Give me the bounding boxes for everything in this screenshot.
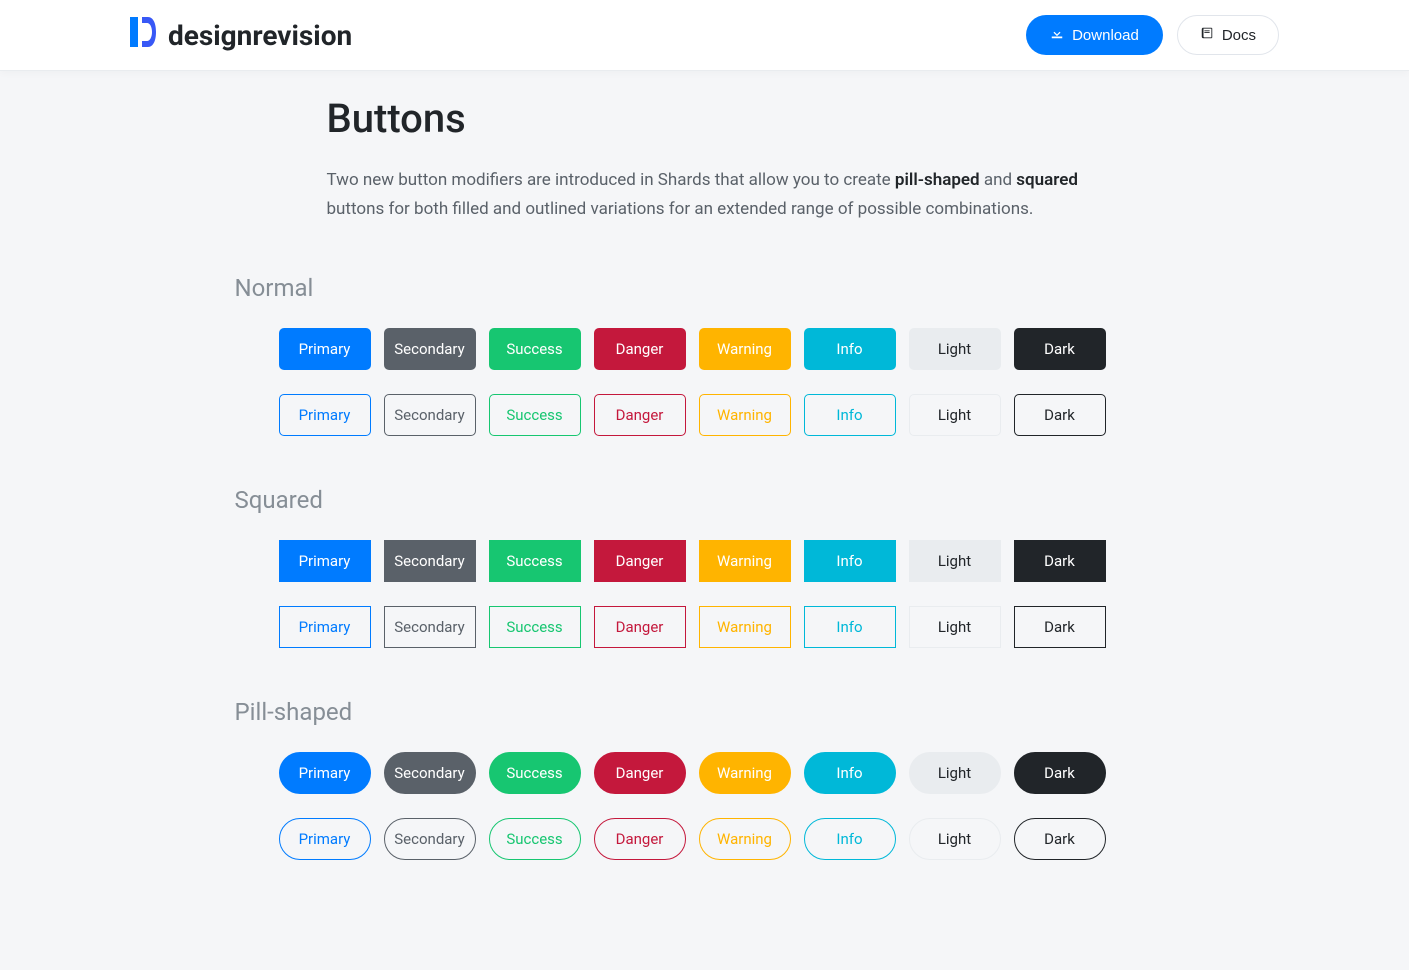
- btn-normal-outline-dark[interactable]: Dark: [1014, 394, 1106, 436]
- section-pill: Pill-shaped Primary Secondary Success Da…: [279, 698, 1085, 860]
- desc-mid: and: [980, 170, 1017, 190]
- squared-outline-row: Primary Secondary Success Danger Warning…: [279, 606, 1085, 648]
- brand[interactable]: designrevision: [130, 17, 352, 54]
- normal-fill-row: Primary Secondary Success Danger Warning…: [279, 328, 1085, 370]
- btn-pill-warning[interactable]: Warning: [699, 752, 791, 794]
- download-button[interactable]: Download: [1026, 15, 1163, 55]
- btn-pill-outline-success[interactable]: Success: [489, 818, 581, 860]
- btn-squared-outline-success[interactable]: Success: [489, 606, 581, 648]
- btn-squared-primary[interactable]: Primary: [279, 540, 371, 582]
- section-title-normal: Normal: [235, 274, 1085, 302]
- download-label: Download: [1072, 27, 1139, 44]
- section-squared: Squared Primary Secondary Success Danger…: [279, 486, 1085, 648]
- section-normal: Normal Primary Secondary Success Danger …: [279, 274, 1085, 436]
- main-content: Buttons Two new button modifiers are int…: [325, 71, 1085, 970]
- btn-pill-outline-info[interactable]: Info: [804, 818, 896, 860]
- section-title-squared: Squared: [235, 486, 1085, 514]
- pill-fill-row: Primary Secondary Success Danger Warning…: [279, 752, 1085, 794]
- btn-squared-outline-light[interactable]: Light: [909, 606, 1001, 648]
- btn-squared-success[interactable]: Success: [489, 540, 581, 582]
- download-icon: [1050, 26, 1064, 44]
- btn-pill-outline-primary[interactable]: Primary: [279, 818, 371, 860]
- btn-pill-primary[interactable]: Primary: [279, 752, 371, 794]
- btn-squared-warning[interactable]: Warning: [699, 540, 791, 582]
- btn-pill-light[interactable]: Light: [909, 752, 1001, 794]
- btn-normal-info[interactable]: Info: [804, 328, 896, 370]
- btn-normal-outline-light[interactable]: Light: [909, 394, 1001, 436]
- normal-outline-row: Primary Secondary Success Danger Warning…: [279, 394, 1085, 436]
- btn-pill-outline-secondary[interactable]: Secondary: [384, 818, 476, 860]
- desc-bold1: pill-shaped: [895, 170, 980, 190]
- page-description: Two new button modifiers are introduced …: [327, 166, 1085, 224]
- btn-pill-outline-danger[interactable]: Danger: [594, 818, 686, 860]
- docs-label: Docs: [1222, 27, 1256, 44]
- btn-squared-dark[interactable]: Dark: [1014, 540, 1106, 582]
- btn-squared-outline-danger[interactable]: Danger: [594, 606, 686, 648]
- btn-normal-success[interactable]: Success: [489, 328, 581, 370]
- btn-normal-outline-info[interactable]: Info: [804, 394, 896, 436]
- btn-normal-outline-danger[interactable]: Danger: [594, 394, 686, 436]
- desc-bold2: squared: [1016, 170, 1078, 190]
- btn-squared-outline-secondary[interactable]: Secondary: [384, 606, 476, 648]
- btn-normal-outline-secondary[interactable]: Secondary: [384, 394, 476, 436]
- btn-normal-secondary[interactable]: Secondary: [384, 328, 476, 370]
- btn-squared-outline-dark[interactable]: Dark: [1014, 606, 1106, 648]
- btn-pill-outline-warning[interactable]: Warning: [699, 818, 791, 860]
- btn-squared-outline-primary[interactable]: Primary: [279, 606, 371, 648]
- docs-button[interactable]: Docs: [1177, 15, 1279, 55]
- btn-pill-dark[interactable]: Dark: [1014, 752, 1106, 794]
- btn-normal-dark[interactable]: Dark: [1014, 328, 1106, 370]
- btn-pill-danger[interactable]: Danger: [594, 752, 686, 794]
- btn-squared-outline-warning[interactable]: Warning: [699, 606, 791, 648]
- btn-squared-secondary[interactable]: Secondary: [384, 540, 476, 582]
- book-icon: [1200, 26, 1214, 44]
- nav-actions: Download Docs: [1026, 15, 1279, 55]
- desc-suffix: buttons for both filled and outlined var…: [327, 199, 1034, 219]
- btn-pill-outline-light[interactable]: Light: [909, 818, 1001, 860]
- btn-squared-outline-info[interactable]: Info: [804, 606, 896, 648]
- btn-normal-primary[interactable]: Primary: [279, 328, 371, 370]
- page-title: Buttons: [327, 95, 1085, 142]
- desc-prefix: Two new button modifiers are introduced …: [327, 170, 895, 190]
- btn-squared-info[interactable]: Info: [804, 540, 896, 582]
- btn-pill-success[interactable]: Success: [489, 752, 581, 794]
- btn-squared-light[interactable]: Light: [909, 540, 1001, 582]
- squared-fill-row: Primary Secondary Success Danger Warning…: [279, 540, 1085, 582]
- btn-pill-info[interactable]: Info: [804, 752, 896, 794]
- btn-squared-danger[interactable]: Danger: [594, 540, 686, 582]
- btn-normal-outline-success[interactable]: Success: [489, 394, 581, 436]
- brand-logo-icon: [130, 17, 156, 54]
- btn-normal-outline-primary[interactable]: Primary: [279, 394, 371, 436]
- btn-pill-secondary[interactable]: Secondary: [384, 752, 476, 794]
- brand-name: designrevision: [168, 19, 352, 52]
- section-title-pill: Pill-shaped: [235, 698, 1085, 726]
- btn-normal-warning[interactable]: Warning: [699, 328, 791, 370]
- navbar: designrevision Download Docs: [0, 0, 1409, 71]
- btn-pill-outline-dark[interactable]: Dark: [1014, 818, 1106, 860]
- btn-normal-danger[interactable]: Danger: [594, 328, 686, 370]
- btn-normal-outline-warning[interactable]: Warning: [699, 394, 791, 436]
- pill-outline-row: Primary Secondary Success Danger Warning…: [279, 818, 1085, 860]
- btn-normal-light[interactable]: Light: [909, 328, 1001, 370]
